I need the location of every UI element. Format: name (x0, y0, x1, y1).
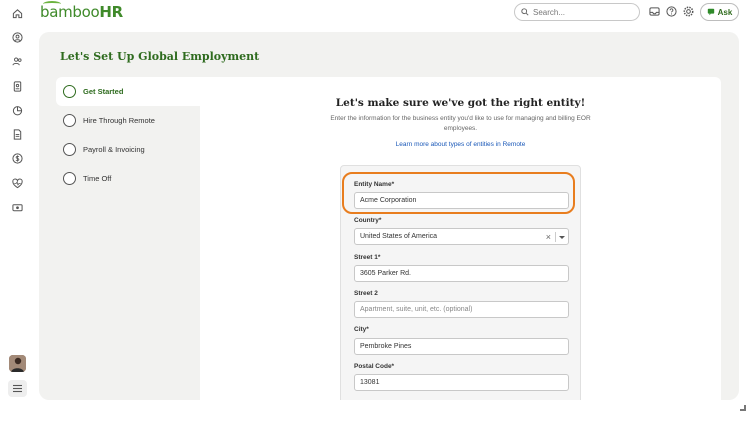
city-label: City* (354, 326, 369, 333)
left-navigation-rail (0, 0, 34, 423)
user-avatar[interactable] (9, 355, 26, 372)
step-hire-through-remote[interactable]: Hire Through Remote (56, 106, 200, 135)
step-status-icon (63, 114, 76, 127)
content-heading: Let's make sure we've got the right enti… (335, 97, 586, 109)
step-status-icon (63, 172, 76, 185)
page-title: Let's Set Up Global Employment (60, 50, 260, 63)
step-status-icon (63, 85, 76, 98)
step-get-started[interactable]: Get Started (56, 77, 200, 106)
step-time-off[interactable]: Time Off (56, 164, 200, 193)
setup-panel: Let's Set Up Global Employment Get Start… (39, 32, 739, 400)
people-icon[interactable] (12, 56, 23, 67)
id-card-icon[interactable] (12, 81, 23, 92)
country-select[interactable]: United States of America × (354, 228, 569, 245)
learn-more-link[interactable]: Learn more about types of entities in Re… (200, 141, 721, 148)
bamboohr-logo[interactable]: bambooHR (40, 1, 123, 21)
step-status-icon (63, 143, 76, 156)
person-circle-icon[interactable] (12, 32, 23, 43)
search-icon (521, 8, 529, 16)
street2-input[interactable]: Apartment, suite, unit, etc. (optional) (354, 301, 569, 318)
home-icon[interactable] (12, 8, 23, 19)
search-input[interactable]: Search... (514, 3, 640, 21)
resize-handle[interactable] (740, 405, 746, 411)
content-description: Enter the information for the business e… (330, 115, 591, 132)
step-payroll-invoicing[interactable]: Payroll & Invoicing (56, 135, 200, 164)
chat-bubble-icon (707, 8, 714, 16)
heart-pulse-icon[interactable] (12, 178, 23, 189)
chevron-down-icon[interactable] (559, 236, 565, 239)
payroll-cash-icon[interactable] (12, 202, 23, 213)
clear-icon[interactable]: × (546, 232, 551, 242)
select-divider (555, 232, 556, 242)
country-label: Country* (354, 217, 382, 224)
top-bar: bambooHR Search... Ask (0, 0, 750, 26)
setup-steps: Get Started Hire Through Remote Payroll … (56, 77, 200, 193)
settings-gear-icon[interactable] (683, 6, 694, 17)
postal-code-input[interactable]: 13081 (354, 374, 569, 391)
inbox-icon[interactable] (649, 6, 660, 17)
document-icon[interactable] (12, 129, 23, 140)
ask-button[interactable]: Ask (700, 3, 739, 21)
dollar-circle-icon[interactable] (12, 153, 23, 164)
entity-name-highlight (342, 172, 575, 214)
street1-input[interactable]: 3605 Parker Rd. (354, 265, 569, 282)
hamburger-menu-button[interactable] (8, 380, 27, 397)
help-icon[interactable] (666, 6, 677, 17)
city-input[interactable]: Pembroke Pines (354, 338, 569, 355)
step-content: Let's make sure we've got the right enti… (200, 77, 721, 400)
street2-label: Street 2 (354, 290, 378, 297)
pie-chart-icon[interactable] (12, 105, 23, 116)
postal-code-label: Postal Code* (354, 363, 395, 370)
hamburger-icon (13, 384, 22, 393)
street1-label: Street 1* (354, 254, 381, 261)
